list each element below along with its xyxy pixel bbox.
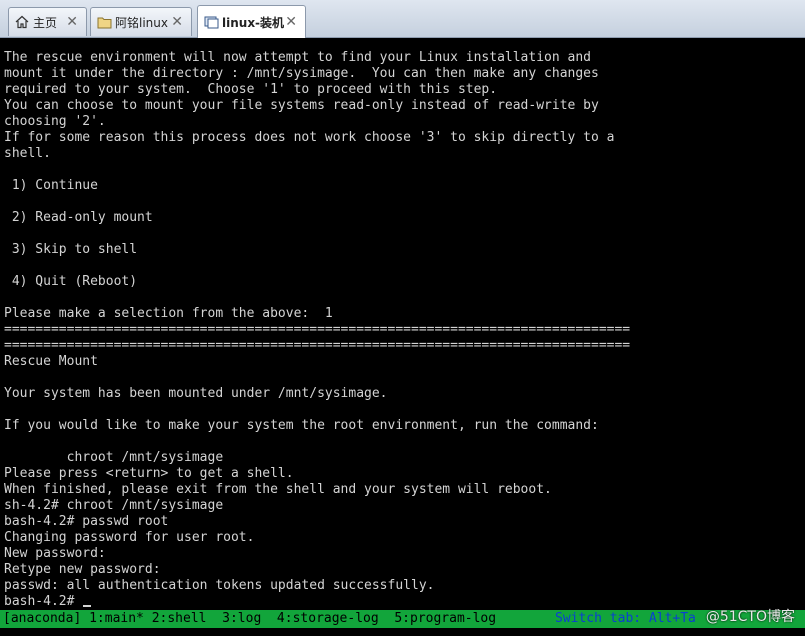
watermark: @51CTO博客	[705, 609, 795, 625]
vm-icon	[203, 14, 219, 30]
terminal-line: Retype new password:	[4, 562, 161, 577]
close-icon[interactable]: ✕	[285, 15, 297, 29]
tab-home[interactable]: 主页 ✕	[8, 7, 87, 36]
close-icon[interactable]: ✕	[171, 15, 183, 29]
terminal-line: bash-4.2#	[4, 594, 630, 610]
bottom-strip	[0, 628, 805, 636]
folder-icon	[96, 14, 112, 30]
terminal-line: 4) Quit (Reboot)	[4, 274, 138, 289]
terminal-line: 2) Read-only mount	[4, 210, 153, 225]
tab-label: linux-装机	[222, 15, 285, 30]
terminal-line: Please press <return> to get a shell.	[4, 466, 294, 481]
terminal-line: Your system has been mounted under /mnt/…	[4, 386, 388, 401]
terminal-line: Rescue Mount	[4, 354, 98, 369]
terminal-console[interactable]: The rescue environment will now attempt …	[0, 38, 805, 610]
terminal-line: Changing password for user root.	[4, 530, 255, 545]
terminal-line: The rescue environment will now attempt …	[4, 50, 591, 65]
status-hint: Switch tab: Alt+Ta	[555, 611, 696, 626]
status-tabs: [anaconda] 1:main* 2:shell 3:log 4:stora…	[3, 611, 497, 626]
terminal-line: choosing '2'.	[4, 114, 106, 129]
terminal-line: ========================================…	[4, 338, 631, 353]
text-cursor	[83, 605, 92, 607]
terminal-line: bash-4.2# passwd root	[4, 514, 169, 529]
terminal-line: 3) Skip to shell	[4, 242, 138, 257]
anaconda-status-bar: [anaconda] 1:main* 2:shell 3:log 4:stora…	[0, 610, 805, 628]
terminal-line: passwd: all authentication tokens update…	[4, 578, 435, 593]
terminal-line: mount it under the directory : /mnt/sysi…	[4, 66, 599, 81]
terminal-line: shell.	[4, 146, 51, 161]
terminal-line: If you would like to make your system th…	[4, 418, 599, 433]
tab-aming-linux[interactable]: 阿铭linux ✕	[90, 7, 192, 36]
terminal-line: sh-4.2# chroot /mnt/sysimage	[4, 498, 224, 513]
tab-label: 主页	[33, 15, 58, 30]
terminal-output: The rescue environment will now attempt …	[4, 50, 630, 610]
tab-label: 阿铭linux	[115, 15, 168, 30]
terminal-line: If for some reason this process does not…	[4, 130, 615, 145]
terminal-line: Please make a selection from the above: …	[4, 306, 333, 321]
terminal-line: When finished, please exit from the shel…	[4, 482, 552, 497]
terminal-line: required to your system. Choose '1' to p…	[4, 82, 498, 97]
terminal-line: 1) Continue	[4, 178, 98, 193]
tab-linux-install[interactable]: linux-装机 ✕	[197, 5, 306, 38]
close-icon[interactable]: ✕	[66, 15, 78, 29]
terminal-line: ========================================…	[4, 322, 631, 337]
terminal-line: chroot /mnt/sysimage	[4, 450, 224, 465]
terminal-line: You can choose to mount your file system…	[4, 98, 599, 113]
terminal-line: New password:	[4, 546, 106, 561]
home-icon	[14, 14, 30, 30]
tab-bar: 主页 ✕ 阿铭linux ✕ linux-装机 ✕	[0, 0, 805, 38]
